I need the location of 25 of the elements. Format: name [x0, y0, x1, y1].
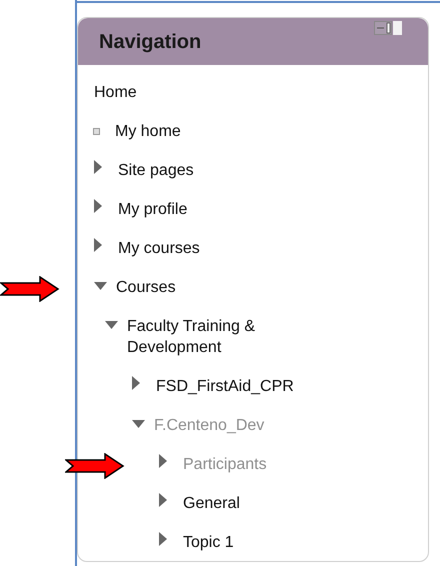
collapsed-triangle-icon[interactable]	[159, 454, 167, 468]
expanded-triangle-icon[interactable]	[132, 420, 145, 428]
collapsed-triangle-icon[interactable]	[159, 493, 167, 507]
nav-link[interactable]: Site pages	[118, 160, 194, 181]
pointer-arrow-icon	[65, 453, 125, 479]
nav-link[interactable]: FSD_FirstAid_CPR	[156, 376, 294, 397]
bullet-icon	[93, 128, 100, 135]
nav-link[interactable]: My profile	[118, 199, 188, 220]
expanded-triangle-icon[interactable]	[94, 282, 107, 290]
nav-link[interactable]: Faculty Training & Development	[127, 316, 302, 358]
pointer-arrow-icon	[0, 276, 60, 302]
collapsed-triangle-icon[interactable]	[159, 532, 167, 546]
nav-link[interactable]: My home	[115, 121, 181, 142]
nav-link[interactable]: Topic 1	[183, 532, 234, 553]
nav-link[interactable]: Courses	[116, 277, 176, 298]
nav-link[interactable]: Home	[94, 82, 137, 103]
nav-link[interactable]: General	[183, 493, 240, 514]
block-title: Navigation	[99, 30, 202, 54]
collapsed-triangle-icon[interactable]	[94, 238, 102, 252]
nav-link[interactable]: My courses	[118, 238, 200, 259]
minimize-icon[interactable]	[374, 21, 392, 35]
collapsed-triangle-icon[interactable]	[94, 199, 102, 213]
expanded-triangle-icon[interactable]	[105, 321, 118, 329]
collapsed-triangle-icon[interactable]	[94, 160, 102, 174]
collapsed-triangle-icon[interactable]	[132, 376, 140, 390]
